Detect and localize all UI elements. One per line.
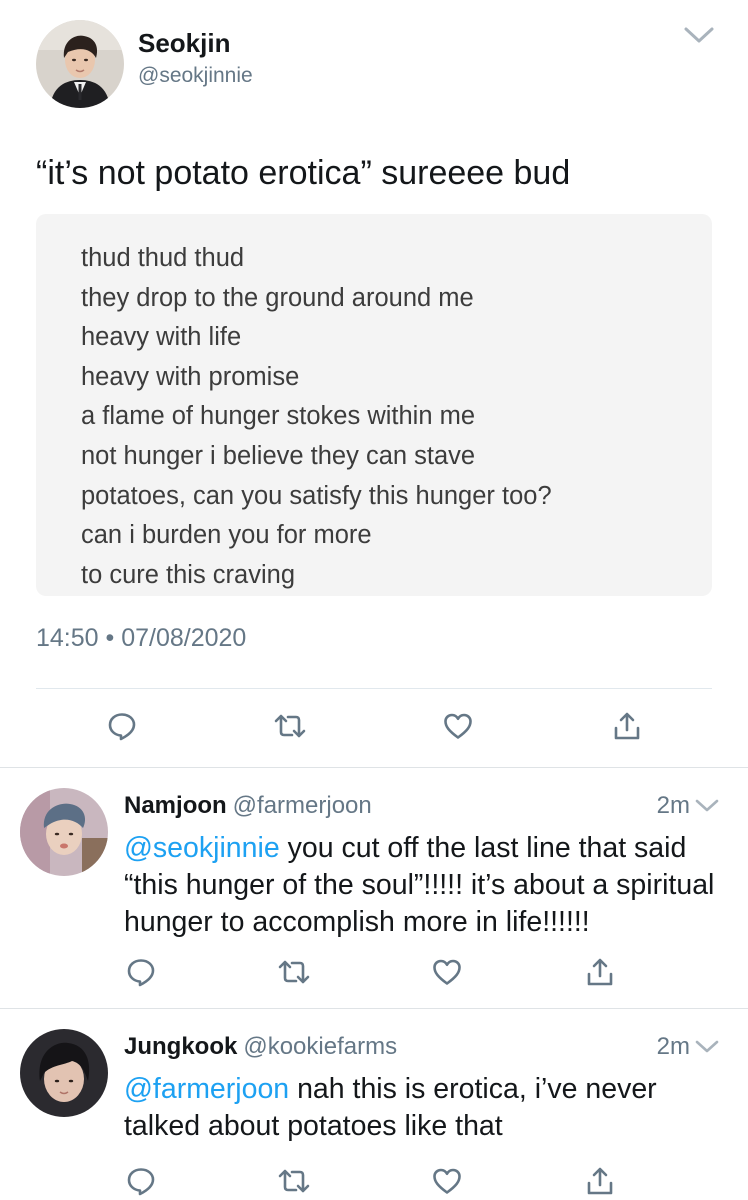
author-handle[interactable]: @kookiefarms xyxy=(243,1033,397,1060)
reply-time: 2m xyxy=(656,1033,690,1060)
main-tweet: Seokjin @seokjinnie “it’s not potato ero… xyxy=(0,0,748,768)
quote-line: a flame of hunger stokes within me xyxy=(81,402,476,431)
author-name[interactable]: Seokjin xyxy=(138,28,230,59)
reply-header: Jungkook @kookiefarms xyxy=(124,1033,397,1061)
retweet-icon[interactable] xyxy=(274,1161,314,1200)
chevron-down-icon[interactable] xyxy=(694,1037,720,1057)
share-icon[interactable] xyxy=(607,706,647,746)
quote-line: heavy with promise xyxy=(81,362,300,391)
author-handle[interactable]: @seokjinnie xyxy=(138,64,253,88)
quote-line: they drop to the ground around me xyxy=(81,283,474,312)
reply-tweet[interactable]: Jungkook @kookiefarms 2m @farmerjoon nah … xyxy=(0,1009,748,1200)
quote-line: heavy with life xyxy=(81,323,242,352)
share-icon[interactable] xyxy=(580,1161,620,1200)
tweet-text: “it’s not potato erotica” sureeee bud xyxy=(36,154,571,192)
chevron-down-icon[interactable] xyxy=(682,22,716,48)
quote-line: thud thud thud xyxy=(81,244,245,272)
reply-icon[interactable] xyxy=(121,952,161,992)
avatar[interactable] xyxy=(20,1029,108,1117)
chevron-down-icon[interactable] xyxy=(694,796,720,816)
reply-header: Namjoon @farmerjoon xyxy=(124,792,372,820)
quote-line: not hunger i believe they can stave xyxy=(81,441,476,470)
retweet-icon[interactable] xyxy=(270,706,310,746)
reply-icon[interactable] xyxy=(102,706,142,746)
author-name[interactable]: Namjoon xyxy=(124,792,227,819)
mention-link[interactable]: @farmerjoon xyxy=(124,1073,289,1105)
tweet-actions xyxy=(0,952,748,992)
tweet-timestamp[interactable]: 14:50 • 07/08/2020 xyxy=(36,624,246,653)
author-name[interactable]: Jungkook xyxy=(124,1033,237,1060)
share-icon[interactable] xyxy=(580,952,620,992)
mention-link[interactable]: @seokjinnie xyxy=(124,832,280,864)
author-handle[interactable]: @farmerjoon xyxy=(233,792,372,819)
avatar[interactable] xyxy=(36,20,124,108)
quote-line: potatoes, can you satisfy this hunger to… xyxy=(81,481,552,510)
quoted-text-image[interactable]: thud thud thud they drop to the ground a… xyxy=(36,214,712,596)
reply-text: @seokjinnie you cut off the last line th… xyxy=(124,830,734,941)
quote-line: to cure this craving xyxy=(81,560,296,589)
tweet-actions xyxy=(0,1161,748,1200)
reply-tweet[interactable]: Namjoon @farmerjoon 2m @seokjinnie you cu… xyxy=(0,768,748,1008)
reply-text: @farmerjoon nah this is erotica, i’ve ne… xyxy=(124,1071,734,1145)
quote-line: can i burden you for more xyxy=(81,521,372,550)
like-icon[interactable] xyxy=(427,1161,467,1200)
quote-lines: thud thud thud they drop to the ground a… xyxy=(81,239,552,595)
reply-icon[interactable] xyxy=(121,1161,161,1200)
tweet-actions xyxy=(0,706,748,746)
like-icon[interactable] xyxy=(427,952,467,992)
reply-time: 2m xyxy=(656,792,690,819)
like-icon[interactable] xyxy=(438,706,478,746)
avatar[interactable] xyxy=(20,788,108,876)
retweet-icon[interactable] xyxy=(274,952,314,992)
divider xyxy=(36,688,712,689)
